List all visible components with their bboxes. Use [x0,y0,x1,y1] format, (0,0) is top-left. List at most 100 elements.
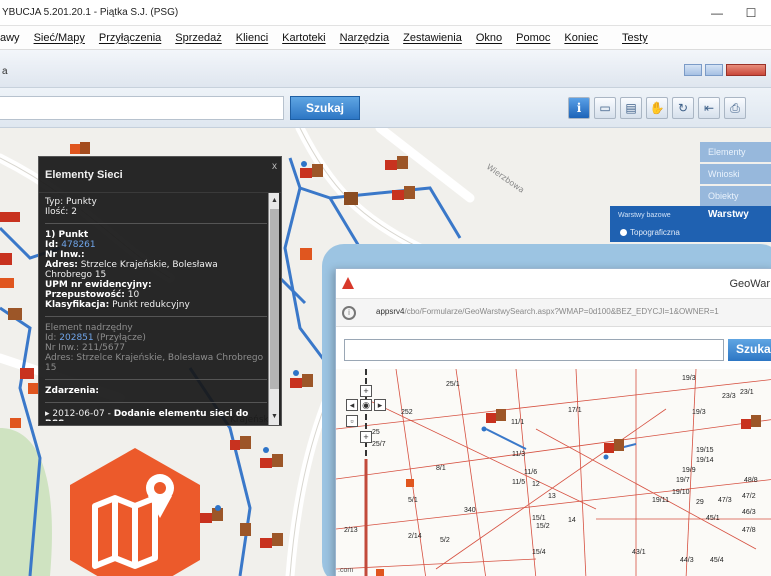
window2-titlebar: GeoWar [336,269,771,299]
svg-text:Wierzbowa: Wierzbowa [485,162,526,195]
parcel-label: 47/2 [742,493,756,500]
scroll-down-icon[interactable]: ▼ [269,411,280,423]
search-button[interactable]: Szukaj [290,96,360,120]
parcel-label: 12 [532,481,540,488]
menu-bar: awy Sieć/Mapy Przyłączenia Sprzedaż Klie… [0,26,771,50]
parcel-label: 25/1 [446,381,460,388]
window-icon[interactable]: ▭ [594,97,616,119]
parcel-label: 2/14 [408,533,422,540]
event-row: ▸ 2012-06-07 - Dodanie elementu sieci do… [45,409,267,421]
menu-item-siec-mapy[interactable]: Sieć/Mapy [34,32,85,44]
pan-center-icon[interactable]: ◉ [360,399,372,411]
topografia-label: Topograficzna [630,228,680,237]
separator [45,379,267,380]
parent-nr-value: 211/5677 [81,343,126,353]
printer-icon[interactable]: ⎙ [724,97,746,119]
map-logo-icon [70,448,200,576]
popup-title: Elementy Sieci [39,157,281,193]
menu-item-okno[interactable]: Okno [476,32,502,44]
address-bar[interactable]: i appsrv4/cbo/Formularze/GeoWarstwySearc… [336,299,771,327]
parcel-label: 19/11 [652,497,669,504]
tab-obiekty[interactable]: Obiekty [700,186,771,206]
parent-nr-label: Nr Inw.: [45,343,80,353]
parcel-label: 17/1 [568,407,582,414]
layers-heading[interactable]: Warstwy [708,209,749,220]
subwindow-restore-button[interactable] [705,64,723,76]
separator [45,316,267,317]
scroll-up-icon[interactable]: ▲ [269,195,280,207]
pan-up-icon[interactable]: + [360,385,372,397]
parcel-label: 45/4 [710,557,724,564]
parcel-label: 15/4 [532,549,546,556]
popup-body: Typ: Punkty Ilość: 2 1) Punkt Id: 478261… [45,197,267,421]
search-input[interactable] [0,96,284,120]
menu-item-narzedzia[interactable]: Narzędzia [340,32,390,44]
subwindow-close-button[interactable] [726,64,766,76]
zoom-box-icon[interactable]: ▫ [346,415,358,427]
parcel-graphics [336,369,771,576]
tab-elementy[interactable]: Elementy [700,142,771,162]
window2-search-button[interactable]: Szuka [728,339,771,361]
layers-subheading: Warstwy bazowe [618,212,671,219]
parcel-label: 44/3 [680,557,694,564]
address-url[interactable]: appsrv4/cbo/Formularze/GeoWarstwySearch.… [376,307,719,316]
separator [45,402,267,403]
hand-icon[interactable]: ✋ [646,97,668,119]
tab-wnioski[interactable]: Wnioski [700,164,771,184]
parcel-label: 25/7 [372,441,386,448]
subwindow-titlebar: a [0,50,771,88]
id-link[interactable]: 478261 [61,240,95,250]
parcel-label: 11/5 [512,479,526,486]
zdarzenia-label: Zdarzenia: [45,386,99,396]
parcel-label: 13 [548,493,556,500]
menu-item-sieci[interactable]: awy [0,32,20,44]
menu-item-sprzedaz[interactable]: Sprzedaż [175,32,221,44]
parent-id-label: Id: [45,333,57,343]
klasyfikacja-value: Punkt redukcyjny [112,300,190,310]
menu-item-koniec[interactable]: Koniec [564,32,598,44]
scroll-thumb[interactable] [270,209,279,389]
zoom-in-icon[interactable]: + [360,431,372,443]
security-info-icon[interactable]: i [342,306,356,320]
adres-label: Adres: [45,260,78,270]
menu-item-kartoteki[interactable]: Kartoteki [282,32,325,44]
parcel-label: 48/8 [744,477,758,484]
popup-close-button[interactable]: x [272,161,277,172]
nr-label: Nr Inw.: [45,250,85,260]
maximize-button[interactable]: ☐ [731,0,771,26]
map-attribution: .com [338,567,354,574]
menu-item-przylaczenia[interactable]: Przyłączenia [99,32,161,44]
menu-item-klienci[interactable]: Klienci [236,32,268,44]
parcel-label: 45/1 [706,515,720,522]
window2-title: GeoWar [729,278,770,290]
parent-adres-label: Adres: [45,353,74,363]
window2-search-input[interactable] [344,339,724,361]
geowarstwy-window: GeoWar i appsrv4/cbo/Formularze/GeoWarst… [335,268,771,576]
parcel-label: 19/15 [696,447,714,454]
parent-id-link[interactable]: 202851 [59,333,93,343]
parcel-label: 19/3 [682,375,696,382]
menu-item-testy[interactable]: Testy [622,32,648,44]
refresh-icon[interactable]: ↻ [672,97,694,119]
pan-left-icon[interactable]: ◂ [346,399,358,411]
layers-panel: Warstwy bazowe Warstwy Topograficzna [610,206,771,242]
info-icon[interactable]: i [568,97,590,119]
parcel-label: 19/7 [676,477,690,484]
przepustowosc-label: Przepustowość: [45,290,125,300]
parcel-label: 43/1 [632,549,646,556]
menu-item-zestawienia[interactable]: Zestawienia [403,32,462,44]
topografia-radio[interactable] [620,229,627,236]
popup-scrollbar[interactable]: ▲ ▼ [268,193,279,425]
menu-item-pomoc[interactable]: Pomoc [516,32,550,44]
separator [45,223,267,224]
subwindow-minimize-button[interactable] [684,64,702,76]
back-icon[interactable]: ⇤ [698,97,720,119]
pan-right-icon[interactable]: ▸ [374,399,386,411]
parcel-map[interactable]: 19/3 23/3 23/1 252 17/1 19/3 11/1 11/3 1… [336,369,771,576]
przepustowosc-value: 10 [127,290,140,300]
print-preview-icon[interactable]: ▤ [620,97,642,119]
parcel-label: 19/3 [692,409,706,416]
parcel-label: 46/3 [742,509,756,516]
elementy-sieci-popup: Elementy Sieci x Typ: Punkty Ilość: 2 1)… [38,156,282,426]
search-toolbar: Szukaj i ▭ ▤ ✋ ↻ ⇤ ⎙ [0,88,771,128]
